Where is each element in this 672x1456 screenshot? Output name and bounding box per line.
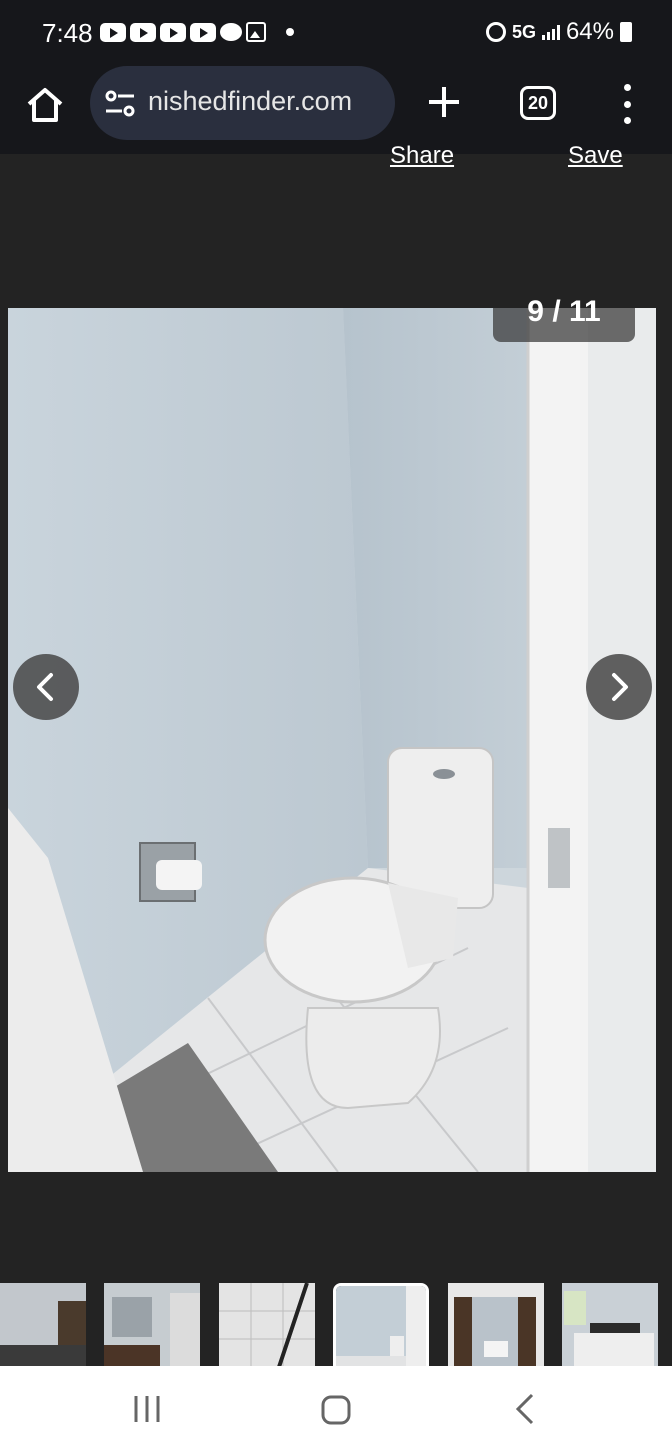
system-navigation-bar: [0, 1366, 672, 1456]
chevron-left-icon: [37, 673, 53, 701]
overflow-menu-button[interactable]: [620, 84, 634, 124]
thumbnail-strip: [0, 1283, 672, 1367]
status-time: 7:48: [42, 18, 93, 48]
more-notifications-icon: [286, 28, 294, 36]
gallery-icon: [246, 22, 266, 42]
thumbnail-toilet-room[interactable]: [333, 1283, 429, 1367]
status-right: 5G 64%: [485, 18, 632, 46]
thumbnail-bedroom-doorway[interactable]: [448, 1283, 544, 1367]
network-type: 5G: [511, 21, 536, 42]
recent-apps-button[interactable]: [132, 1394, 162, 1424]
top-links-cut-off: Share Save: [0, 142, 672, 169]
url-text[interactable]: nishedfinder.com: [148, 86, 388, 117]
menu-dot: [623, 117, 631, 124]
next-photo-button[interactable]: [586, 654, 652, 720]
signal-icon: [541, 24, 560, 40]
home-icon: [27, 88, 63, 122]
save-link[interactable]: Save: [568, 142, 623, 170]
new-tab-button[interactable]: [424, 82, 464, 122]
reddit-icon: [220, 23, 242, 41]
youtube-icon: [130, 22, 156, 42]
toilet-room-photo: [8, 308, 656, 1172]
previous-photo-button[interactable]: [13, 654, 79, 720]
battery-level: 64%: [565, 18, 614, 45]
back-nav-button[interactable]: [512, 1392, 538, 1426]
browser-toolbar: nishedfinder.com 20: [0, 66, 672, 154]
photo-counter: 9 / 11: [493, 297, 635, 342]
youtube-icon: [100, 22, 126, 42]
home-nav-button[interactable]: [320, 1394, 352, 1426]
plus-icon: [429, 87, 459, 117]
status-bar: 7:48 5G 64%: [0, 0, 672, 66]
thumbnail-bedroom-bed[interactable]: [562, 1283, 658, 1367]
youtube-icon: [160, 22, 186, 42]
menu-dot: [623, 100, 631, 108]
youtube-icon: [190, 22, 216, 42]
gallery-photo[interactable]: [8, 308, 656, 1172]
menu-dot: [623, 84, 631, 91]
thumbnail-bathroom-vanity[interactable]: [104, 1283, 200, 1367]
thumbnail-bedroom-barn-door[interactable]: [0, 1283, 86, 1367]
battery-icon: [620, 22, 632, 42]
share-link[interactable]: Share: [390, 142, 454, 170]
photo-counter-text: 9 / 11: [527, 295, 601, 328]
thumbnail-shower[interactable]: [219, 1283, 315, 1367]
home-button[interactable]: [24, 84, 66, 126]
address-bar[interactable]: nishedfinder.com: [90, 66, 395, 140]
notification-icons: [100, 22, 294, 42]
site-settings-icon[interactable]: [104, 90, 136, 118]
page-content: Share Save 9 / 11: [0, 142, 672, 1367]
chevron-right-icon: [612, 673, 628, 701]
tab-switcher-button[interactable]: 20: [520, 86, 556, 120]
alarm-icon: [485, 22, 506, 42]
